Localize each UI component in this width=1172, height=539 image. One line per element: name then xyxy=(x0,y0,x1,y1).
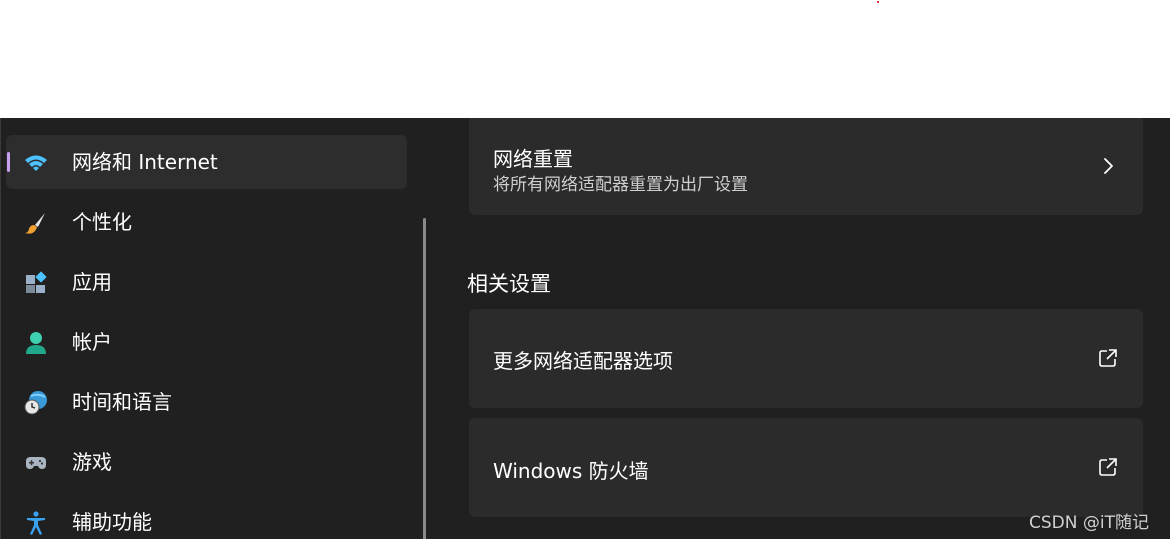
sidebar-item-accounts[interactable]: 帐户 xyxy=(6,315,407,369)
sidebar-scrollbar[interactable] xyxy=(423,218,426,539)
windows-firewall-label: Windows 防火墙 xyxy=(493,459,649,483)
watermark-text: CSDN @iT随记 xyxy=(1029,513,1149,533)
network-reset-title: 网络重置 xyxy=(493,147,573,171)
settings-window: 网络和 Internet 个性化 应用 帐户 时间和语言 游戏 辅助功能 网络重… xyxy=(0,118,1172,539)
network-reset-card[interactable]: 网络重置 将所有网络适配器重置为出厂设置 xyxy=(469,118,1143,215)
more-network-adapter-options-card[interactable]: 更多网络适配器选项 xyxy=(469,309,1143,408)
more-network-adapter-options-label: 更多网络适配器选项 xyxy=(493,349,673,373)
sidebar-item-label: 时间和语言 xyxy=(72,390,172,414)
paintbrush-icon xyxy=(23,210,49,236)
sidebar-item-label: 网络和 Internet xyxy=(72,150,218,174)
sidebar-item-gaming[interactable]: 游戏 xyxy=(6,435,407,489)
external-link-icon xyxy=(1097,456,1119,478)
chevron-right-icon xyxy=(1097,155,1119,177)
network-reset-subtitle: 将所有网络适配器重置为出厂设置 xyxy=(493,175,748,195)
sidebar-item-label: 游戏 xyxy=(72,450,112,474)
sidebar-item-apps[interactable]: 应用 xyxy=(6,255,407,309)
red-dot-mark xyxy=(877,1,879,3)
external-link-icon xyxy=(1097,347,1119,369)
sidebar-item-accessibility[interactable]: 辅助功能 xyxy=(6,495,407,539)
sidebar-item-network-internet[interactable]: 网络和 Internet xyxy=(6,135,407,189)
active-indicator xyxy=(7,152,10,172)
globe-clock-icon xyxy=(23,390,49,416)
blank-top-area xyxy=(0,0,1172,118)
wifi-icon xyxy=(23,150,49,176)
sidebar-nav: 网络和 Internet 个性化 应用 帐户 时间和语言 游戏 辅助功能 xyxy=(0,118,420,539)
sidebar-item-personalization[interactable]: 个性化 xyxy=(6,195,407,249)
sidebar-item-time-language[interactable]: 时间和语言 xyxy=(6,375,407,429)
account-icon xyxy=(23,330,49,356)
windows-firewall-card[interactable]: Windows 防火墙 xyxy=(469,418,1143,517)
sidebar-item-label: 帐户 xyxy=(72,330,112,354)
apps-icon xyxy=(23,270,49,296)
related-settings-heading: 相关设置 xyxy=(467,272,551,296)
sidebar-item-label: 辅助功能 xyxy=(72,510,152,534)
accessibility-icon xyxy=(23,510,49,536)
sidebar-item-label: 个性化 xyxy=(72,210,132,234)
gamepad-icon xyxy=(23,450,49,476)
sidebar-item-label: 应用 xyxy=(72,270,112,294)
